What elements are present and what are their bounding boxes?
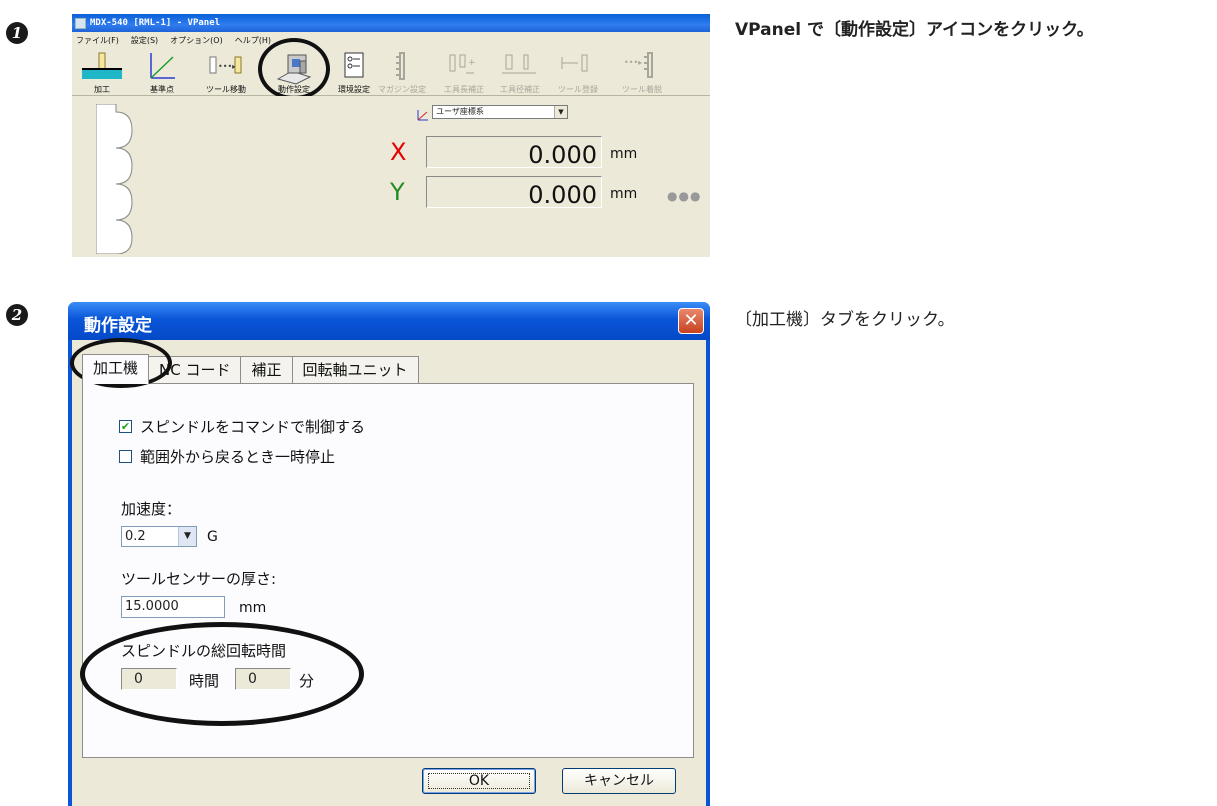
preferences-icon: [342, 51, 366, 85]
dialog-title: 動作設定: [84, 316, 152, 336]
toolbar-button-tool-length[interactable]: + 工具長補正: [434, 48, 494, 96]
cutting-icon: [82, 51, 122, 85]
toolbar-button-tool-diameter[interactable]: 工具径補正: [490, 48, 550, 96]
toolbar-label: ツール登録: [558, 85, 598, 94]
acceleration-unit: G: [207, 529, 218, 545]
ok-button[interactable]: OK: [422, 768, 536, 794]
acceleration-label: 加速度：: [121, 500, 182, 518]
title-bar: MDX-540 [RML-1] - VPanel: [72, 14, 710, 32]
axis-label-y: Y: [390, 178, 405, 206]
axis-label-x: X: [390, 138, 407, 166]
toolbar-label: 加工: [94, 85, 110, 94]
highlight-circle: [80, 622, 364, 726]
tool-change-icon: •••▸: [622, 51, 662, 85]
axis-row-y: Y 0.000 mm ●●●: [390, 176, 708, 210]
dialog-body: 加工機 NC コード 補正 回転軸ユニット ✔ スピンドルをコマンドで制御する …: [72, 340, 706, 806]
machine-settings-dialog: 動作設定 ✕ 加工機 NC コード 補正 回転軸ユニット ✔ スピンドルをコマン…: [68, 302, 710, 806]
more-dots-icon: ●●●: [667, 189, 702, 203]
step-instruction: VPanel で〔動作設定〕アイコンをクリック。: [735, 20, 1094, 40]
toolbar-button-cutting[interactable]: 加工: [72, 48, 132, 96]
checkbox-unchecked[interactable]: [119, 450, 132, 463]
coordinate-system-icon: [417, 106, 429, 125]
svg-text:•••▸: •••▸: [624, 58, 642, 67]
toolbar-label: 工具径補正: [500, 85, 540, 94]
coordinate-system-select[interactable]: ユーザ座標系 ▼: [432, 105, 568, 119]
toolbar-label: 基準点: [150, 85, 174, 94]
svg-text:+: +: [468, 58, 476, 68]
svg-text:•••▸: •••▸: [218, 62, 236, 71]
sensor-thickness-unit: mm: [239, 600, 267, 616]
position-panel: ユーザ座標系 ▼ X 0.000 mm Y 0.000 mm ●●●: [72, 96, 710, 257]
checkbox-label: 範囲外から戻るとき一時停止: [140, 448, 336, 466]
tool-move-icon: •••▸: [206, 51, 246, 85]
toolbar-button-magazine[interactable]: マガジン設定: [372, 48, 432, 96]
toolbar-button-tool-move[interactable]: •••▸ ツール移動: [196, 48, 256, 96]
spindle-command-checkbox-row[interactable]: ✔ スピンドルをコマンドで制御する: [119, 416, 365, 437]
sensor-thickness-label: ツールセンサーの厚さ:: [121, 570, 277, 588]
menu-settings[interactable]: 設定(S): [131, 35, 158, 46]
sensor-thickness-input[interactable]: 15.0000: [121, 596, 225, 618]
axis-value-box: 0.000: [426, 176, 602, 209]
axis-value-y: 0.000: [528, 181, 597, 209]
tab-machine[interactable]: 加工機: [82, 354, 150, 384]
acceleration-value: 0.2: [125, 529, 146, 544]
window-title: MDX-540 [RML-1] - VPanel: [90, 18, 221, 28]
toolbar-button-tool-change[interactable]: •••▸ ツール着脱: [612, 48, 672, 96]
tab-rotary-unit[interactable]: 回転軸ユニット: [291, 356, 419, 384]
axis-value-box: 0.000: [426, 136, 602, 169]
close-icon: ✕: [683, 310, 699, 331]
acceleration-select[interactable]: 0.2 ▼: [121, 526, 197, 547]
tab-correction[interactable]: 補正: [240, 356, 293, 384]
chevron-down-icon[interactable]: ▼: [554, 106, 567, 118]
axis-unit: mm: [610, 146, 638, 162]
step-number-badge: 2: [6, 304, 28, 326]
menu-help[interactable]: ヘルプ(H): [235, 35, 271, 46]
app-icon: [75, 17, 86, 29]
highlight-circle: [258, 38, 330, 100]
cancel-button-label: キャンセル: [584, 773, 654, 789]
checkbox-checked[interactable]: ✔: [119, 420, 132, 433]
axis-value-x: 0.000: [528, 141, 597, 169]
cancel-button[interactable]: キャンセル: [562, 768, 676, 794]
step-number-badge: 1: [6, 22, 28, 44]
coordinate-system-value: ユーザ座標系: [436, 107, 484, 116]
toolbar-label: ツール着脱: [622, 85, 662, 94]
toolbar-label: ツール移動: [206, 85, 246, 94]
toolbar: 加工 基準点 •••▸ ツール移動 動作設定 環境設定 マガジン設定 + 工具長…: [72, 38, 710, 100]
origin-point-icon: [145, 51, 179, 85]
magazine-icon: [394, 51, 410, 85]
checkbox-label: スピンドルをコマンドで制御する: [140, 418, 366, 436]
step-instruction: 〔加工機〕タブをクリック。: [735, 310, 955, 330]
focus-ring: [428, 773, 530, 789]
toolbar-button-origin[interactable]: 基準点: [132, 48, 192, 96]
toolbar-button-tool-register[interactable]: ツール登録: [548, 48, 608, 96]
tab-strip: 加工機 NC コード 補正 回転軸ユニット: [82, 354, 419, 384]
toolbar-label: 工具長補正: [444, 85, 484, 94]
tool-length-icon: +: [444, 51, 484, 85]
chevron-down-icon[interactable]: ▼: [178, 527, 196, 546]
pause-on-return-checkbox-row[interactable]: 範囲外から戻るとき一時停止: [119, 446, 335, 467]
menu-bar: ファイル(F) 設定(S) オプション(O) ヘルプ(H): [72, 32, 710, 48]
axis-unit: mm: [610, 186, 638, 202]
tool-diameter-icon: [500, 51, 540, 85]
close-button[interactable]: ✕: [678, 308, 704, 334]
toolbar-label: マガジン設定: [378, 85, 426, 94]
menu-file[interactable]: ファイル(F): [76, 35, 119, 46]
scroll-scallop: [96, 104, 133, 254]
axis-row-x: X 0.000 mm: [390, 136, 708, 170]
dialog-title-bar: 動作設定 ✕: [68, 302, 710, 340]
vpanel-window: MDX-540 [RML-1] - VPanel ファイル(F) 設定(S) オ…: [72, 14, 710, 257]
tool-register-icon: [558, 51, 598, 85]
menu-options[interactable]: オプション(O): [170, 35, 223, 46]
